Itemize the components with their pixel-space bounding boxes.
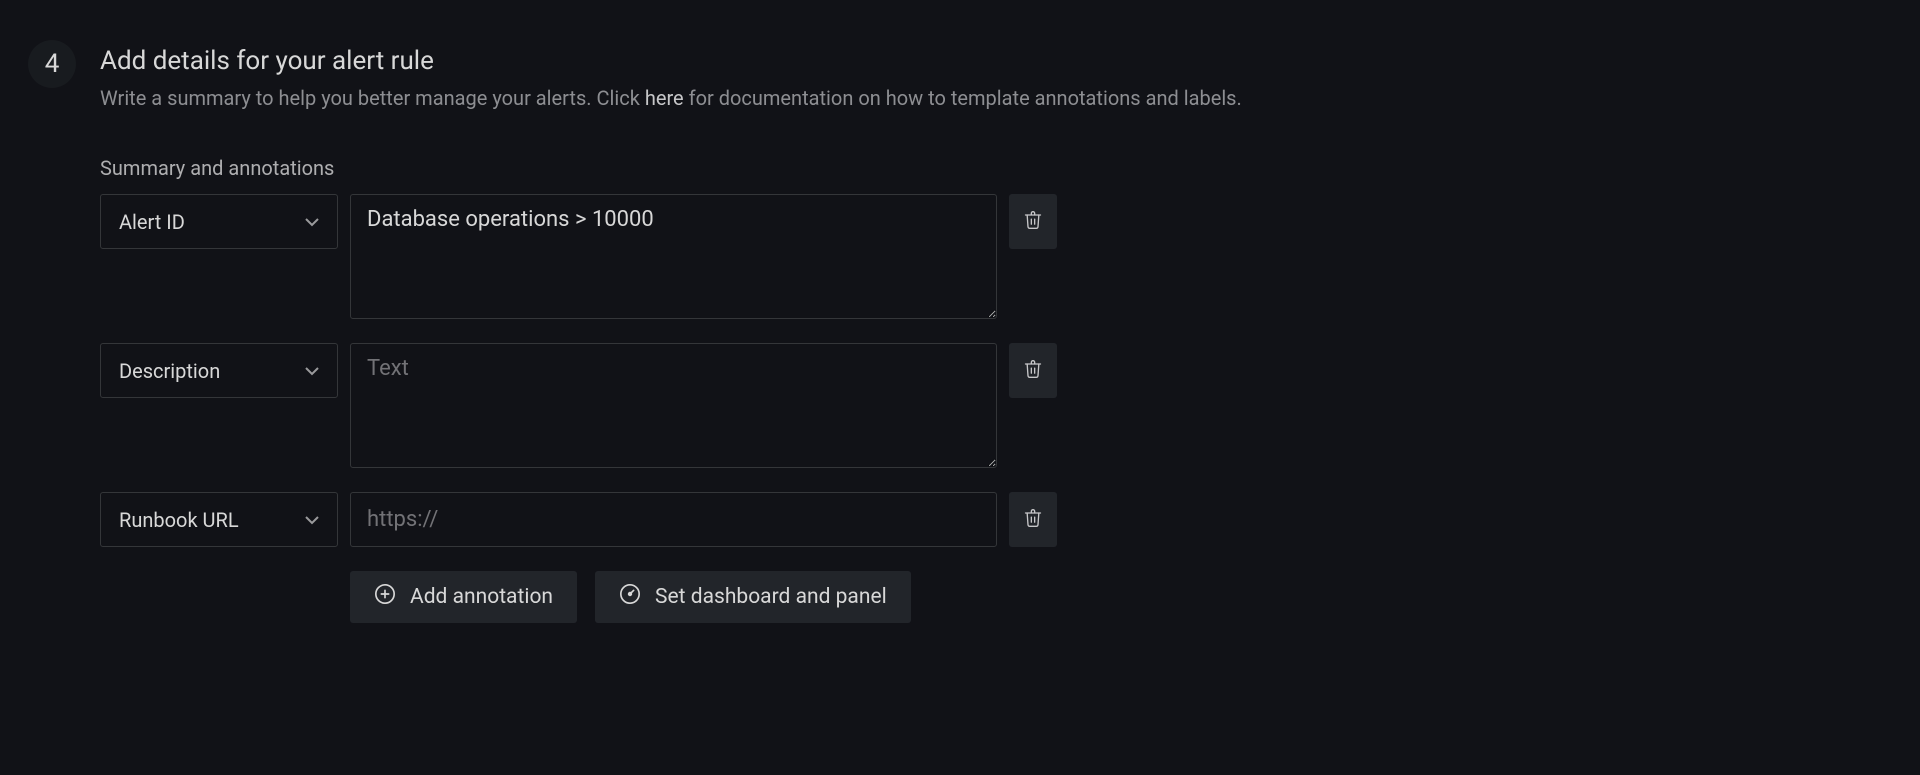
annotation-row: Runbook URL [100, 492, 1920, 547]
plus-circle-icon [374, 583, 396, 611]
chevron-down-icon [305, 508, 319, 532]
add-annotation-label: Add annotation [410, 585, 553, 609]
chevron-down-icon [305, 210, 319, 234]
step-number-badge: 4 [28, 40, 76, 88]
add-annotation-button[interactable]: Add annotation [350, 571, 577, 623]
annotation-key-select[interactable]: Runbook URL [100, 492, 338, 547]
annotation-row: Description [100, 343, 1920, 468]
chevron-down-icon [305, 359, 319, 383]
delete-annotation-button[interactable] [1009, 492, 1057, 547]
annotation-value-textarea[interactable] [350, 194, 997, 319]
set-dashboard-label: Set dashboard and panel [655, 585, 887, 609]
step-description: Write a summary to help you better manag… [100, 84, 1242, 112]
step-title: Add details for your alert rule [100, 46, 1242, 76]
dashboard-icon [619, 583, 641, 611]
annotation-row: Alert ID [100, 194, 1920, 319]
trash-icon [1023, 358, 1043, 383]
trash-icon [1023, 507, 1043, 532]
delete-annotation-button[interactable] [1009, 343, 1057, 398]
trash-icon [1023, 209, 1043, 234]
annotation-key-label: Description [119, 359, 220, 383]
set-dashboard-button[interactable]: Set dashboard and panel [595, 571, 911, 623]
annotation-key-label: Alert ID [119, 210, 185, 234]
annotation-key-label: Runbook URL [119, 508, 239, 532]
section-label: Summary and annotations [100, 156, 1920, 180]
annotation-value-textarea[interactable] [350, 343, 997, 468]
step-desc-text-after: for documentation on how to template ann… [684, 86, 1242, 110]
annotation-key-select[interactable]: Alert ID [100, 194, 338, 249]
annotation-value-input[interactable] [350, 492, 997, 547]
delete-annotation-button[interactable] [1009, 194, 1057, 249]
annotation-key-select[interactable]: Description [100, 343, 338, 398]
step-desc-text: Write a summary to help you better manag… [100, 86, 645, 110]
docs-link[interactable]: here [645, 86, 684, 110]
